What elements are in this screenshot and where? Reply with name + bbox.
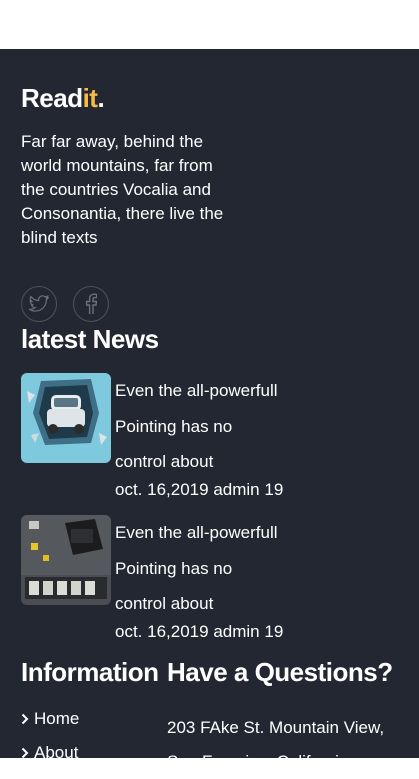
logo-accent-text: it: [82, 83, 98, 113]
footer-link-about[interactable]: About: [21, 743, 78, 763]
logo-dot: .: [97, 83, 105, 113]
post-title-line: Even the all-powerfull: [115, 523, 278, 542]
footer-link-home[interactable]: Home: [21, 709, 79, 729]
information-heading: Information: [21, 657, 159, 687]
questions-heading: Have a Questions?: [167, 657, 393, 687]
post-meta: oct. 16,2019 admin 19: [115, 479, 283, 501]
about-text: Far far away, behind the world mountains…: [21, 132, 224, 247]
post-title[interactable]: Even the all-powerfull Pointing has no c…: [115, 515, 278, 622]
post-date[interactable]: oct. 16,2019: [115, 480, 209, 499]
post-meta: oct. 16,2019 admin 19: [115, 621, 283, 643]
footer-logo[interactable]: Readit.: [21, 83, 105, 114]
footer-link-label: Home: [34, 709, 80, 728]
footer-link-label: About: [34, 743, 79, 762]
post-title-line: Pointing has no: [115, 416, 233, 436]
post-title[interactable]: Even the all-powerfull Pointing has no c…: [115, 373, 278, 480]
post-title-line: control about: [115, 594, 214, 613]
facebook-icon: [85, 293, 97, 314]
news-post[interactable]: Even the all-powerfull Pointing has no c…: [21, 515, 401, 655]
post-thumbnail[interactable]: [21, 373, 111, 463]
latest-news-heading: latest News: [21, 324, 159, 354]
address-line: 203 FAke St. Mountain View,: [167, 718, 385, 737]
post-author[interactable]: admin: [213, 622, 259, 641]
post-title-line: Even the all-powerfull: [115, 381, 278, 400]
post-author[interactable]: admin: [213, 480, 259, 499]
car-wall-image: [21, 373, 111, 463]
post-title-line: control about: [115, 452, 214, 471]
logo-main-text: Read: [21, 83, 83, 113]
twitter-icon: [29, 295, 49, 312]
twitter-link[interactable]: [21, 286, 57, 322]
news-post[interactable]: Even the all-powerfull Pointing has no c…: [21, 373, 401, 513]
address-line: San Fransico, California: [167, 752, 349, 771]
post-comments-count[interactable]: 19: [264, 480, 283, 499]
chevron-right-icon: [21, 747, 29, 759]
site-footer: Readit. Far far away, behind the world m…: [0, 49, 419, 771]
desk-items-image: [21, 515, 111, 605]
post-comments-count[interactable]: 19: [264, 622, 283, 641]
top-bar: [0, 0, 419, 49]
contact-address: 203 FAke St. Mountain View, San Fransico…: [167, 711, 417, 779]
post-title-line: Pointing has no: [115, 558, 233, 578]
post-thumbnail[interactable]: [21, 515, 111, 605]
post-date[interactable]: oct. 16,2019: [115, 622, 209, 641]
facebook-link[interactable]: [73, 286, 109, 322]
chevron-right-icon: [21, 713, 29, 725]
